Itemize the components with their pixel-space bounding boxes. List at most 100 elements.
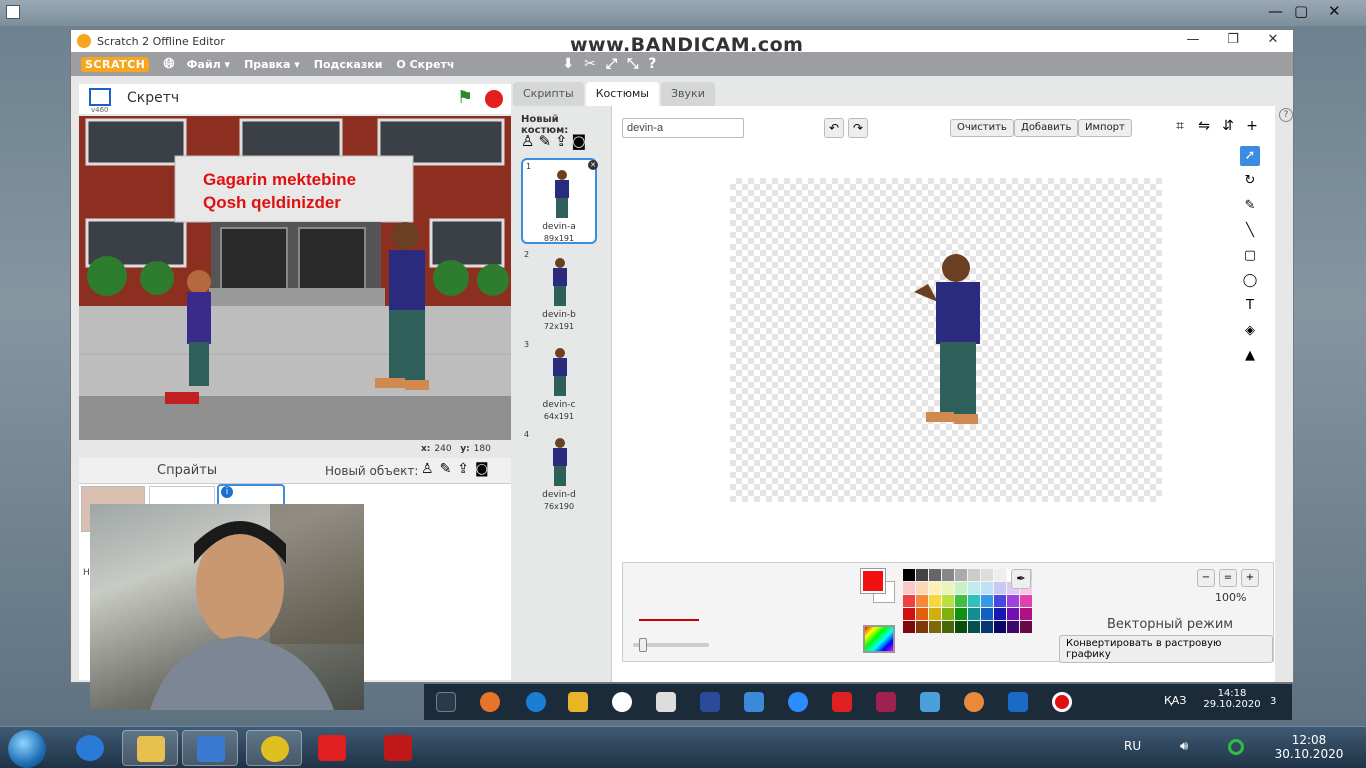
- store-icon[interactable]: [656, 692, 676, 712]
- project-title[interactable]: Скретч: [127, 90, 179, 106]
- delete-icon[interactable]: ✂: [584, 56, 596, 72]
- upload-sprite-icon[interactable]: ⇪: [457, 461, 469, 477]
- green-flag-icon[interactable]: ⚑: [457, 87, 473, 108]
- shrink-icon[interactable]: ⤡: [627, 56, 638, 72]
- inner-taskbar: ҚАЗ 14:18 29.10.2020 3: [424, 684, 1292, 720]
- fill-tool-icon[interactable]: ◈: [1240, 321, 1260, 341]
- convert-to-bitmap-button[interactable]: Конвертировать в растровую графику: [1059, 635, 1273, 663]
- camera-costume-icon[interactable]: ◙: [572, 132, 587, 150]
- select-tool-icon[interactable]: ➚: [1240, 146, 1260, 166]
- flip-horizontal-icon[interactable]: ⇋: [1194, 118, 1214, 138]
- outer-language[interactable]: RU: [1124, 739, 1141, 753]
- line-width-slider[interactable]: [633, 638, 709, 652]
- fullscreen-icon[interactable]: [89, 88, 111, 106]
- flip-vertical-icon[interactable]: ⇵: [1218, 118, 1238, 138]
- costume-item[interactable]: 1 ✕ devin-a 89x191: [521, 158, 598, 244]
- maximize-icon[interactable]: ▢: [1294, 2, 1308, 20]
- reshape-tool-icon[interactable]: ↻: [1240, 171, 1260, 191]
- window-minimize-button[interactable]: —: [1173, 30, 1213, 52]
- drawing-canvas[interactable]: [730, 178, 1162, 502]
- stop-icon[interactable]: [485, 90, 503, 108]
- zoom-in-icon[interactable]: +: [1241, 569, 1259, 587]
- stamp-tool-icon[interactable]: ▲: [1240, 346, 1260, 366]
- winrar-icon[interactable]: [876, 692, 896, 712]
- redo-icon[interactable]: ↷: [848, 118, 868, 138]
- firefox-icon[interactable]: [480, 692, 500, 712]
- line-tool-icon[interactable]: ╲: [1240, 221, 1260, 241]
- minimize-icon[interactable]: —: [1268, 2, 1283, 20]
- chrome-taskbar-button[interactable]: [246, 730, 302, 766]
- version-label: v460: [91, 106, 109, 114]
- menu-edit[interactable]: Правка ▾: [244, 58, 300, 71]
- zoom-reset-icon[interactable]: =: [1219, 569, 1237, 587]
- media-icon[interactable]: [1008, 692, 1028, 712]
- set-center-icon[interactable]: +: [1242, 118, 1262, 138]
- grow-icon[interactable]: ⤢: [606, 56, 617, 72]
- crop-icon[interactable]: ⌗: [1170, 118, 1190, 138]
- import-button[interactable]: Импорт: [1078, 119, 1132, 137]
- add-button[interactable]: Добавить: [1014, 119, 1079, 137]
- record-icon[interactable]: [1052, 692, 1072, 712]
- yandex-icon[interactable]: [612, 692, 632, 712]
- zoom-app-icon[interactable]: [788, 692, 808, 712]
- costume-name-input[interactable]: [622, 118, 744, 138]
- volume-icon[interactable]: 🔊︎: [1180, 739, 1188, 754]
- brush-icon[interactable]: ✎: [440, 461, 452, 477]
- notification-count[interactable]: 3: [1270, 696, 1276, 707]
- mail-icon[interactable]: [744, 692, 764, 712]
- menu-file[interactable]: Файл ▾: [187, 58, 230, 71]
- costume-item[interactable]: 4 devin-d 76x190: [521, 428, 597, 514]
- duplicate-icon[interactable]: ⬇: [562, 56, 574, 72]
- explorer-icon[interactable]: [568, 692, 588, 712]
- explorer-taskbar-button[interactable]: [122, 730, 178, 766]
- costume-item[interactable]: 3 devin-c 64x191: [521, 338, 597, 424]
- start-button[interactable]: [8, 730, 46, 768]
- primary-color[interactable]: [860, 568, 886, 594]
- eyedropper-icon[interactable]: ✒: [1011, 569, 1031, 589]
- help-icon[interactable]: ?: [648, 56, 656, 72]
- inner-language[interactable]: ҚАЗ: [1164, 694, 1186, 707]
- pencil-tool-icon[interactable]: ✎: [1240, 196, 1260, 216]
- vk-icon[interactable]: [700, 692, 720, 712]
- window-close-button[interactable]: ✕: [1253, 30, 1293, 52]
- draw-costume-icon[interactable]: ✎: [538, 132, 551, 150]
- app-icon[interactable]: [920, 692, 940, 712]
- stage-header: v460 Скретч ⚑: [79, 84, 511, 114]
- color-picker-gradient[interactable]: [863, 625, 895, 653]
- ellipse-tool-icon[interactable]: ◯: [1240, 271, 1260, 291]
- menu-about[interactable]: О Скретч: [396, 58, 454, 71]
- scratch-logo[interactable]: SCRATCH: [81, 56, 150, 72]
- pdf-taskbar-button[interactable]: [370, 730, 426, 766]
- scratch-app-icon[interactable]: [964, 692, 984, 712]
- rectangle-tool-icon[interactable]: ▢: [1240, 246, 1260, 266]
- upload-costume-icon[interactable]: ⇪: [555, 132, 568, 150]
- close-icon[interactable]: ✕: [1328, 2, 1341, 20]
- ie-taskbar-button[interactable]: [62, 730, 118, 766]
- paint-costume-icon[interactable]: ♙: [521, 132, 534, 150]
- outer-clock[interactable]: 12:08 30.10.2020: [1274, 733, 1344, 761]
- task-view-icon[interactable]: [436, 692, 456, 712]
- status-icon[interactable]: [1228, 739, 1244, 755]
- stage[interactable]: Gagarin mektebine Qosh qeldinizder: [79, 116, 511, 440]
- clear-button[interactable]: Очистить: [950, 119, 1014, 137]
- costume-item[interactable]: 2 devin-b 72x191: [521, 248, 597, 334]
- text-tool-icon[interactable]: T: [1240, 296, 1260, 316]
- camera-icon[interactable]: ◙: [475, 461, 489, 477]
- menu-tips[interactable]: Подсказки: [314, 58, 383, 71]
- tab-costumes[interactable]: Костюмы: [585, 82, 659, 106]
- zoom-out-icon[interactable]: −: [1197, 569, 1215, 587]
- edge-icon[interactable]: [526, 692, 546, 712]
- webcam-person: [150, 504, 364, 710]
- help-icon[interactable]: ?: [1279, 108, 1293, 122]
- undo-icon[interactable]: ↶: [824, 118, 844, 138]
- yandex-browser-icon[interactable]: [832, 692, 852, 712]
- globe-icon[interactable]: 🌐︎: [163, 56, 174, 72]
- tab-scripts[interactable]: Скрипты: [513, 82, 584, 106]
- yandex-taskbar-button[interactable]: [304, 730, 360, 766]
- delete-costume-icon[interactable]: ✕: [588, 160, 598, 170]
- window-restore-button[interactable]: ❐: [1213, 30, 1253, 52]
- info-icon[interactable]: i: [221, 486, 233, 498]
- media-taskbar-button[interactable]: [182, 730, 238, 766]
- paint-sprite-icon[interactable]: ♙: [421, 461, 434, 477]
- tab-sounds[interactable]: Звуки: [661, 82, 715, 106]
